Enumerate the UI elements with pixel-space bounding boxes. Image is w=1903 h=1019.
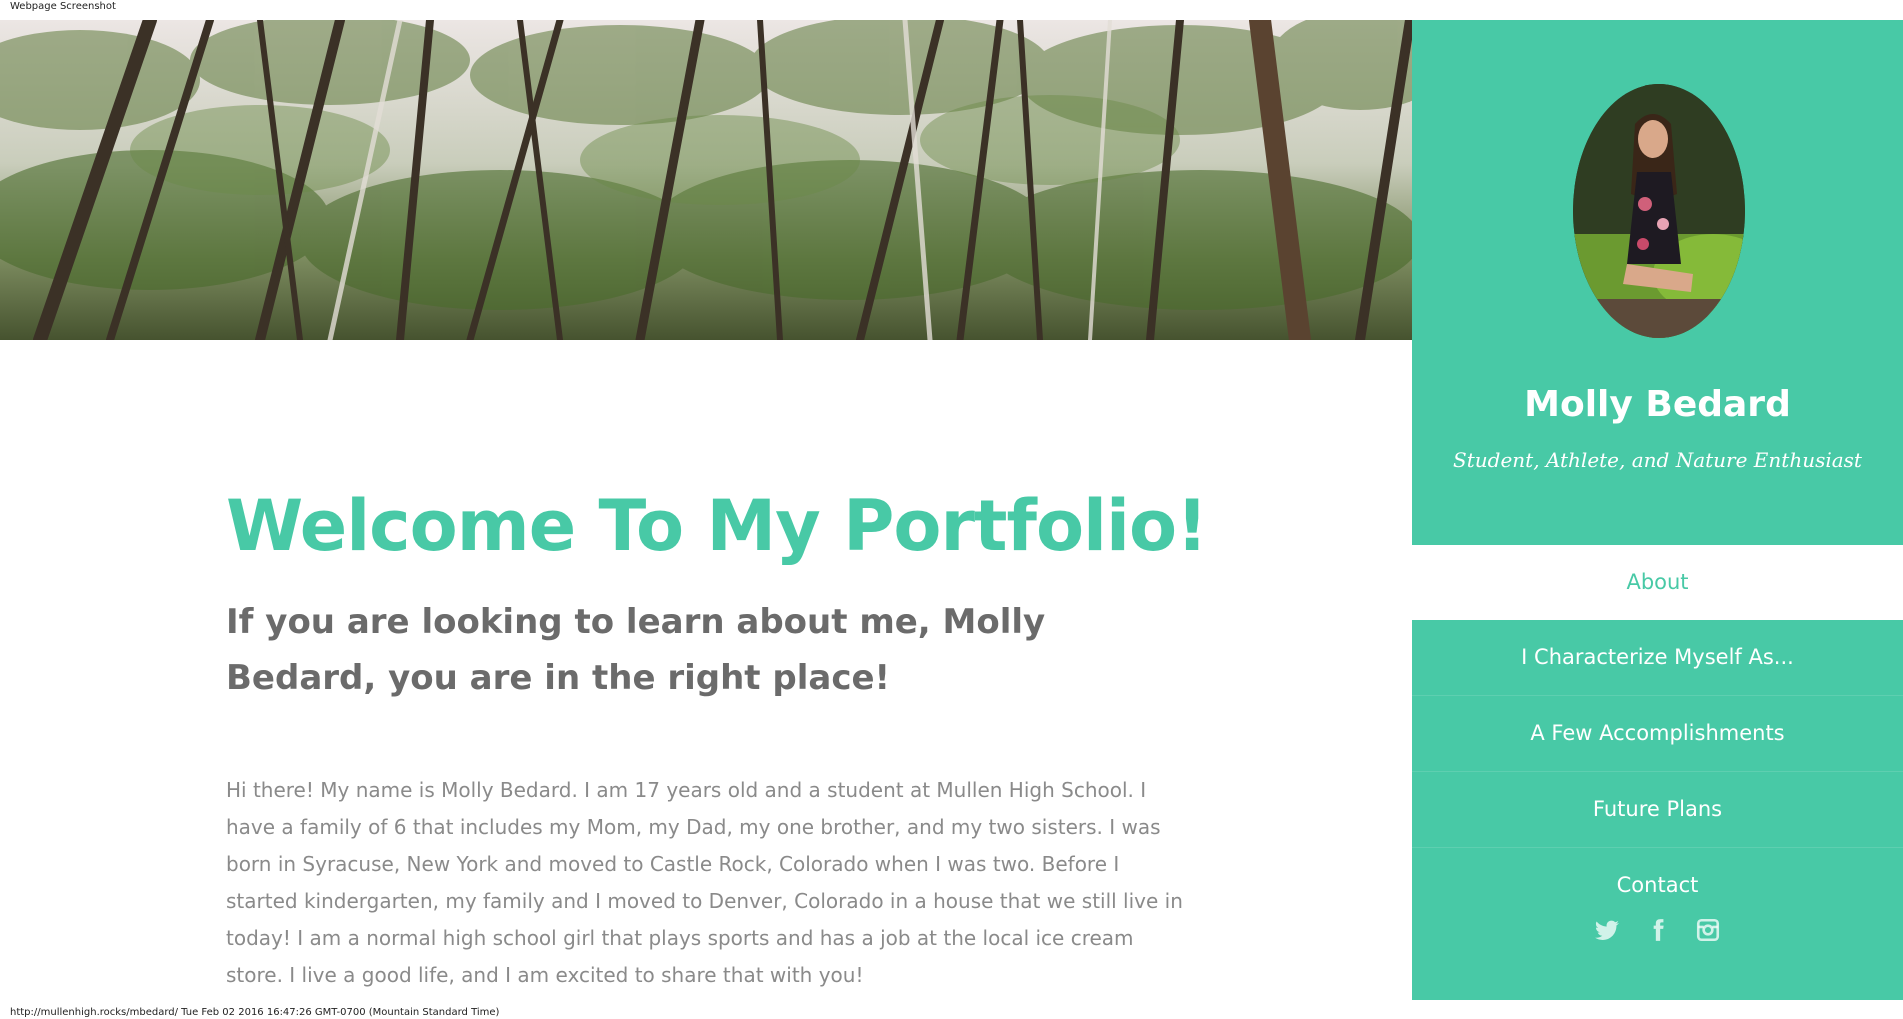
- hero-banner-image: [0, 20, 1412, 340]
- page-caption-top: Webpage Screenshot: [10, 1, 116, 12]
- sidebar-nav: About I Characterize Myself As... A Few …: [1412, 545, 1903, 923]
- avatar: [1573, 84, 1745, 338]
- nav-item-future-plans[interactable]: Future Plans: [1412, 772, 1903, 848]
- nav-item-contact[interactable]: Contact: [1412, 848, 1903, 923]
- nav-item-characterize[interactable]: I Characterize Myself As...: [1412, 620, 1903, 696]
- page-caption-bottom: http://mullenhigh.rocks/mbedard/ Tue Feb…: [10, 1007, 500, 1018]
- sidebar: Molly Bedard Student, Athlete, and Natur…: [1412, 20, 1903, 1000]
- twitter-icon[interactable]: [1594, 917, 1620, 943]
- nav-item-about[interactable]: About: [1412, 545, 1903, 620]
- nav-item-accomplishments[interactable]: A Few Accomplishments: [1412, 696, 1903, 772]
- main-content: Welcome To My Portfolio! If you are look…: [226, 480, 1208, 994]
- social-links: [1412, 917, 1903, 943]
- instagram-icon[interactable]: [1695, 917, 1721, 943]
- facebook-icon[interactable]: [1645, 917, 1671, 943]
- profile-panel: Molly Bedard Student, Athlete, and Natur…: [1412, 20, 1903, 545]
- profile-tagline: Student, Athlete, and Nature Enthusiast: [1453, 448, 1862, 472]
- intro-paragraph: Hi there! My name is Molly Bedard. I am …: [226, 778, 1183, 987]
- profile-name: Molly Bedard: [1524, 384, 1791, 425]
- page-title: Welcome To My Portfolio!: [226, 485, 1208, 567]
- page-subtitle: If you are looking to learn about me, Mo…: [226, 602, 1046, 698]
